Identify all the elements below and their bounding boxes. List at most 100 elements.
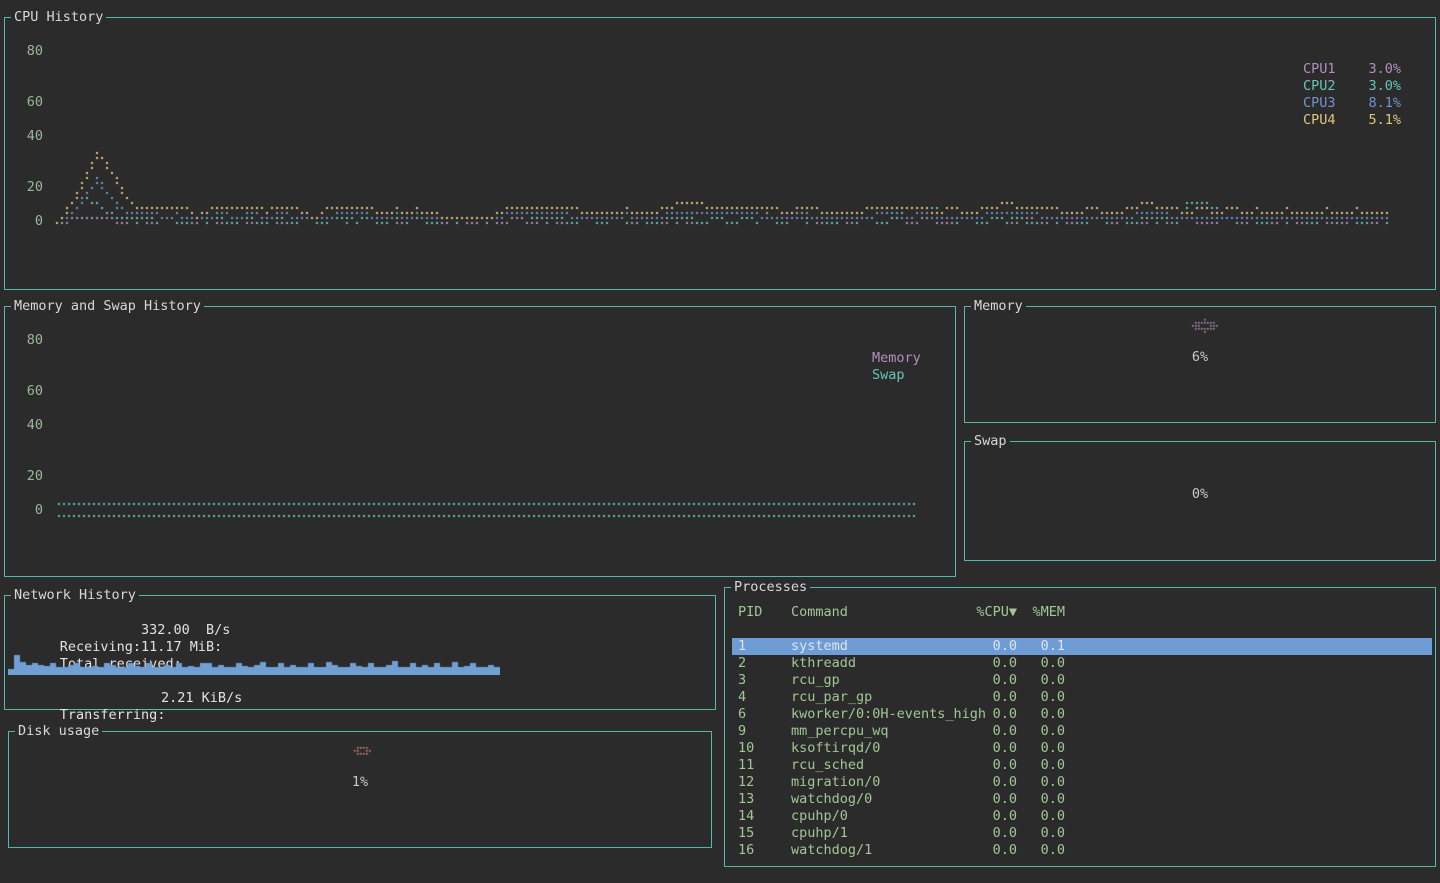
disk-percent: 1%	[9, 774, 711, 790]
process-pid: 13	[738, 791, 754, 808]
process-mem: 0.0	[1025, 655, 1065, 672]
process-mem: 0.0	[1025, 723, 1065, 740]
column-header-mem: %MEM	[1025, 604, 1065, 621]
y-axis-tick: 60	[15, 95, 43, 109]
process-pid: 16	[738, 842, 754, 859]
process-pid: 6	[738, 706, 746, 723]
process-command: watchdog/1	[791, 842, 872, 859]
cpu-legend-item: CPU23.0%	[1303, 78, 1401, 95]
transferring-label: Transferring:	[60, 707, 166, 723]
cpu-legend-item: CPU13.0%	[1303, 61, 1401, 78]
process-mem: 0.0	[1025, 689, 1065, 706]
process-cpu: 0.0	[965, 723, 1017, 740]
disk-donut-icon	[10, 733, 712, 848]
process-command: rcu_gp	[791, 672, 840, 689]
process-command: mm_percpu_wq	[791, 723, 889, 740]
process-cpu: 0.0	[965, 638, 1017, 655]
process-pid: 14	[738, 808, 754, 825]
process-mem: 0.0	[1025, 672, 1065, 689]
process-mem: 0.1	[1025, 638, 1065, 655]
process-command: kworker/0:0H-events_high	[791, 706, 986, 723]
process-row[interactable]: 13 watchdog/0 0.0 0.0	[732, 791, 1432, 808]
process-pid: 1	[738, 638, 746, 655]
terminal-system-monitor: CPU History 806040200 CPU13.0%CPU23.0%CP…	[0, 0, 1440, 883]
process-mem: 0.0	[1025, 774, 1065, 791]
process-command: watchdog/0	[791, 791, 872, 808]
memory-percent: 6%	[965, 349, 1435, 365]
process-command: ksoftirqd/0	[791, 740, 880, 757]
disk-usage-panel: Disk usage 1%	[8, 731, 712, 848]
process-cpu: 0.0	[965, 689, 1017, 706]
process-cpu: 0.0	[965, 757, 1017, 774]
process-mem: 0.0	[1025, 808, 1065, 825]
y-axis-tick: 0	[15, 214, 43, 228]
process-mem: 0.0	[1025, 740, 1065, 757]
process-row[interactable]: 14cpuhp/00.00.0	[732, 808, 1432, 825]
y-axis-tick: 60	[15, 384, 43, 398]
y-axis-tick: 20	[15, 469, 43, 483]
process-mem: 0.0	[1025, 842, 1065, 859]
receiving-value: 332.00 B/s	[141, 622, 230, 639]
memory-legend-item: Swap	[872, 367, 921, 384]
network-history-title: Network History	[11, 587, 139, 603]
process-mem: 0.0	[1025, 706, 1065, 723]
y-axis-tick: 0	[15, 503, 43, 517]
swap-gauge-panel: Swap 0%	[964, 441, 1436, 561]
process-cpu: 0.0	[965, 706, 1017, 723]
y-axis-tick: 80	[15, 333, 43, 347]
process-pid: 4	[738, 689, 746, 706]
process-cpu: 0.0	[965, 655, 1017, 672]
y-axis-tick: 40	[15, 129, 43, 143]
process-cpu: 0.0	[965, 672, 1017, 689]
process-row[interactable]: 4 rcu_par_gp 0.0 0.0	[732, 689, 1432, 706]
process-pid: 11	[738, 757, 754, 774]
process-row[interactable]: 1 systemd 0.0 0.1	[732, 638, 1432, 655]
process-mem: 0.0	[1025, 825, 1065, 842]
network-sparkline	[8, 653, 500, 675]
network-receiving-row: Receiving: 332.00 B/s	[11, 622, 141, 639]
process-row[interactable]: 11rcu_sched0.00.0	[732, 757, 1432, 774]
process-command: rcu_par_gp	[791, 689, 872, 706]
cpu-history-panel: CPU History 806040200 CPU13.0%CPU23.0%CP…	[4, 17, 1436, 290]
process-cpu: 0.0	[965, 825, 1017, 842]
network-transferring-row: Transferring: 2.21 KiB/s	[11, 690, 165, 707]
memory-swap-legend: MemorySwap	[872, 350, 921, 384]
process-mem: 0.0	[1025, 791, 1065, 808]
process-pid: 15	[738, 825, 754, 842]
process-command: cpuhp/1	[791, 825, 848, 842]
process-row[interactable]: 16 watchdog/1 0.0 0.0	[732, 842, 1432, 859]
cpu-legend-item: CPU45.1%	[1303, 112, 1401, 129]
process-row[interactable]: 2kthreadd0.00.0	[732, 655, 1432, 672]
memory-swap-history-chart	[6, 308, 956, 577]
process-command: cpuhp/0	[791, 808, 848, 825]
process-row[interactable]: 6kworker/0:0H-events_high0.00.0	[732, 706, 1432, 723]
cpu-history-chart	[6, 19, 1436, 290]
process-cpu: 0.0	[965, 740, 1017, 757]
process-command: systemd	[791, 638, 848, 655]
column-header-pid: PID	[738, 604, 762, 621]
process-row[interactable]: 15 cpuhp/1 0.0 0.0	[732, 825, 1432, 842]
processes-title: Processes	[731, 579, 810, 595]
network-history-panel: Network History Receiving: 332.00 B/s To…	[4, 595, 716, 710]
process-pid: 12	[738, 774, 754, 791]
memory-legend-item: Memory	[872, 350, 921, 367]
process-row[interactable]: 12migration/00.00.0	[732, 774, 1432, 791]
transferring-value: 2.21 KiB/s	[161, 690, 242, 707]
memory-donut-icon	[966, 308, 1436, 423]
y-axis-tick: 20	[15, 180, 43, 194]
process-row[interactable]: 3rcu_gp0.00.0	[732, 672, 1432, 689]
memory-gauge-panel: Memory 6%	[964, 306, 1436, 423]
process-mem: 0.0	[1025, 757, 1065, 774]
column-header-command: Command	[791, 604, 848, 621]
processes-panel: Processes PID Command %CPU▼ %MEM 1system…	[724, 587, 1436, 867]
process-cpu: 0.0	[965, 791, 1017, 808]
process-row[interactable]: 10ksoftirqd/00.00.0	[732, 740, 1432, 757]
y-axis-tick: 40	[15, 418, 43, 432]
process-pid: 9	[738, 723, 746, 740]
process-command: kthreadd	[791, 655, 856, 672]
column-header-cpu-sort[interactable]: %CPU▼	[965, 604, 1017, 621]
process-cpu: 0.0	[965, 842, 1017, 859]
memory-swap-history-panel: Memory and Swap History 806040200 Memory…	[4, 306, 956, 577]
process-row[interactable]: 9 mm_percpu_wq 0.0 0.0	[732, 723, 1432, 740]
cpu-legend: CPU13.0%CPU23.0%CPU38.1%CPU45.1%	[1303, 61, 1401, 129]
